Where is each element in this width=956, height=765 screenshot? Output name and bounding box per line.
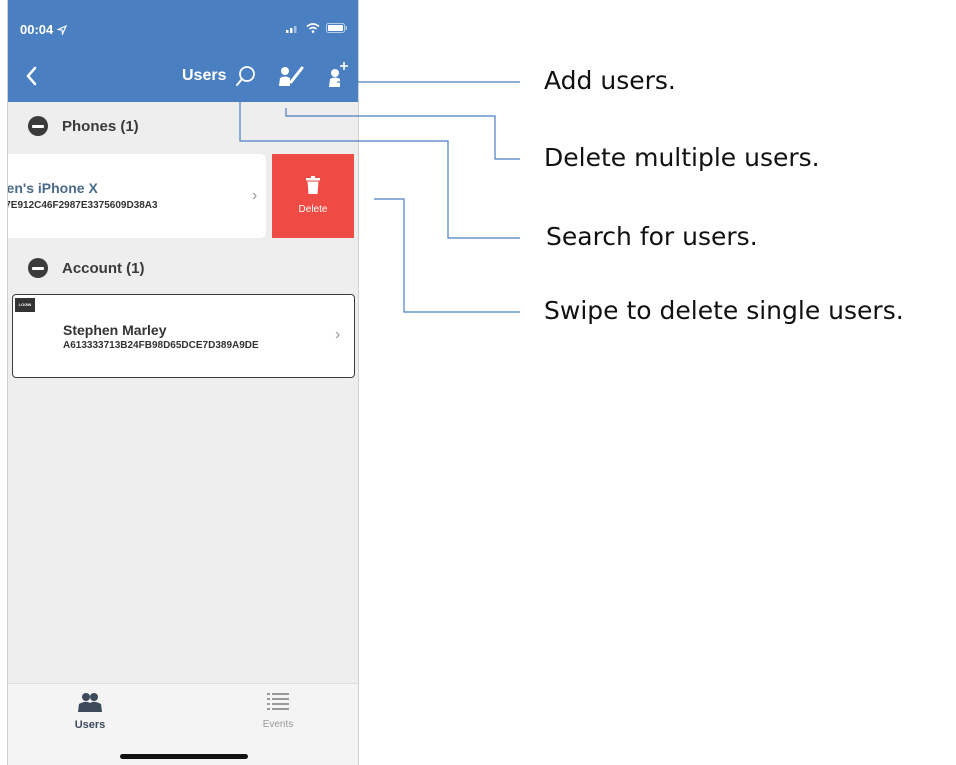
section-label-phones: Phones (1) [62,117,139,135]
signal-icon [286,26,297,33]
battery-icon [326,23,347,33]
tab-bar: Users Events [8,683,358,765]
phone-screen: 00:04 Users Phones (1) hen's iPhone X A7… [7,0,359,765]
collapse-minus-icon[interactable] [28,116,48,136]
chevron-right-icon: › [335,326,341,343]
login-badge: LOGIN [15,298,35,312]
search-icon[interactable] [234,64,258,88]
line-swipe-delete [374,198,520,313]
page-title: Users [182,67,227,84]
wifi-icon [306,23,320,33]
tab-users[interactable]: Users [50,692,130,731]
trash-icon [306,176,320,194]
status-icons [286,23,348,33]
phone-list-item[interactable]: hen's iPhone X A7E912C46F2987E3375609D38… [7,154,266,238]
delete-multiple-users-icon[interactable] [278,64,304,88]
chevron-right-icon: › [252,187,258,204]
collapse-minus-icon[interactable] [28,258,48,278]
account-id: A613333713B24FB98D65DCE7D389A9DE [63,340,259,351]
phone-id: A7E912C46F2987E3375609D38A3 [7,200,158,211]
section-header-phones[interactable]: Phones (1) [8,106,358,146]
phone-name: hen's iPhone X [7,180,98,196]
delete-label: Delete [298,204,328,215]
annotation-delete-multiple: Delete multiple users. [544,143,820,172]
status-bar: 00:04 [8,0,358,50]
tab-events[interactable]: Events [238,692,318,730]
nav-bar: Users [8,50,358,102]
list-icon [267,693,289,710]
account-list-item[interactable]: LOGIN Stephen Marley A613333713B24FB98D6… [12,294,355,378]
section-label-account: Account (1) [62,259,145,277]
status-time: 00:04 [20,22,68,37]
section-header-account[interactable]: Account (1) [8,248,358,288]
delete-button[interactable]: Delete [272,154,354,238]
tab-label-events: Events [262,719,294,730]
users-group-icon [78,693,102,712]
annotation-search: Search for users. [546,222,758,251]
annotation-add-users: Add users. [544,66,676,95]
location-arrow-icon [55,24,68,37]
annotation-swipe-delete: Swipe to delete single users. [544,296,904,325]
account-name: Stephen Marley [63,322,167,338]
tab-label-users: Users [74,719,106,731]
add-user-icon[interactable] [326,60,350,88]
back-chevron-icon[interactable] [22,64,42,88]
home-indicator [120,754,248,759]
